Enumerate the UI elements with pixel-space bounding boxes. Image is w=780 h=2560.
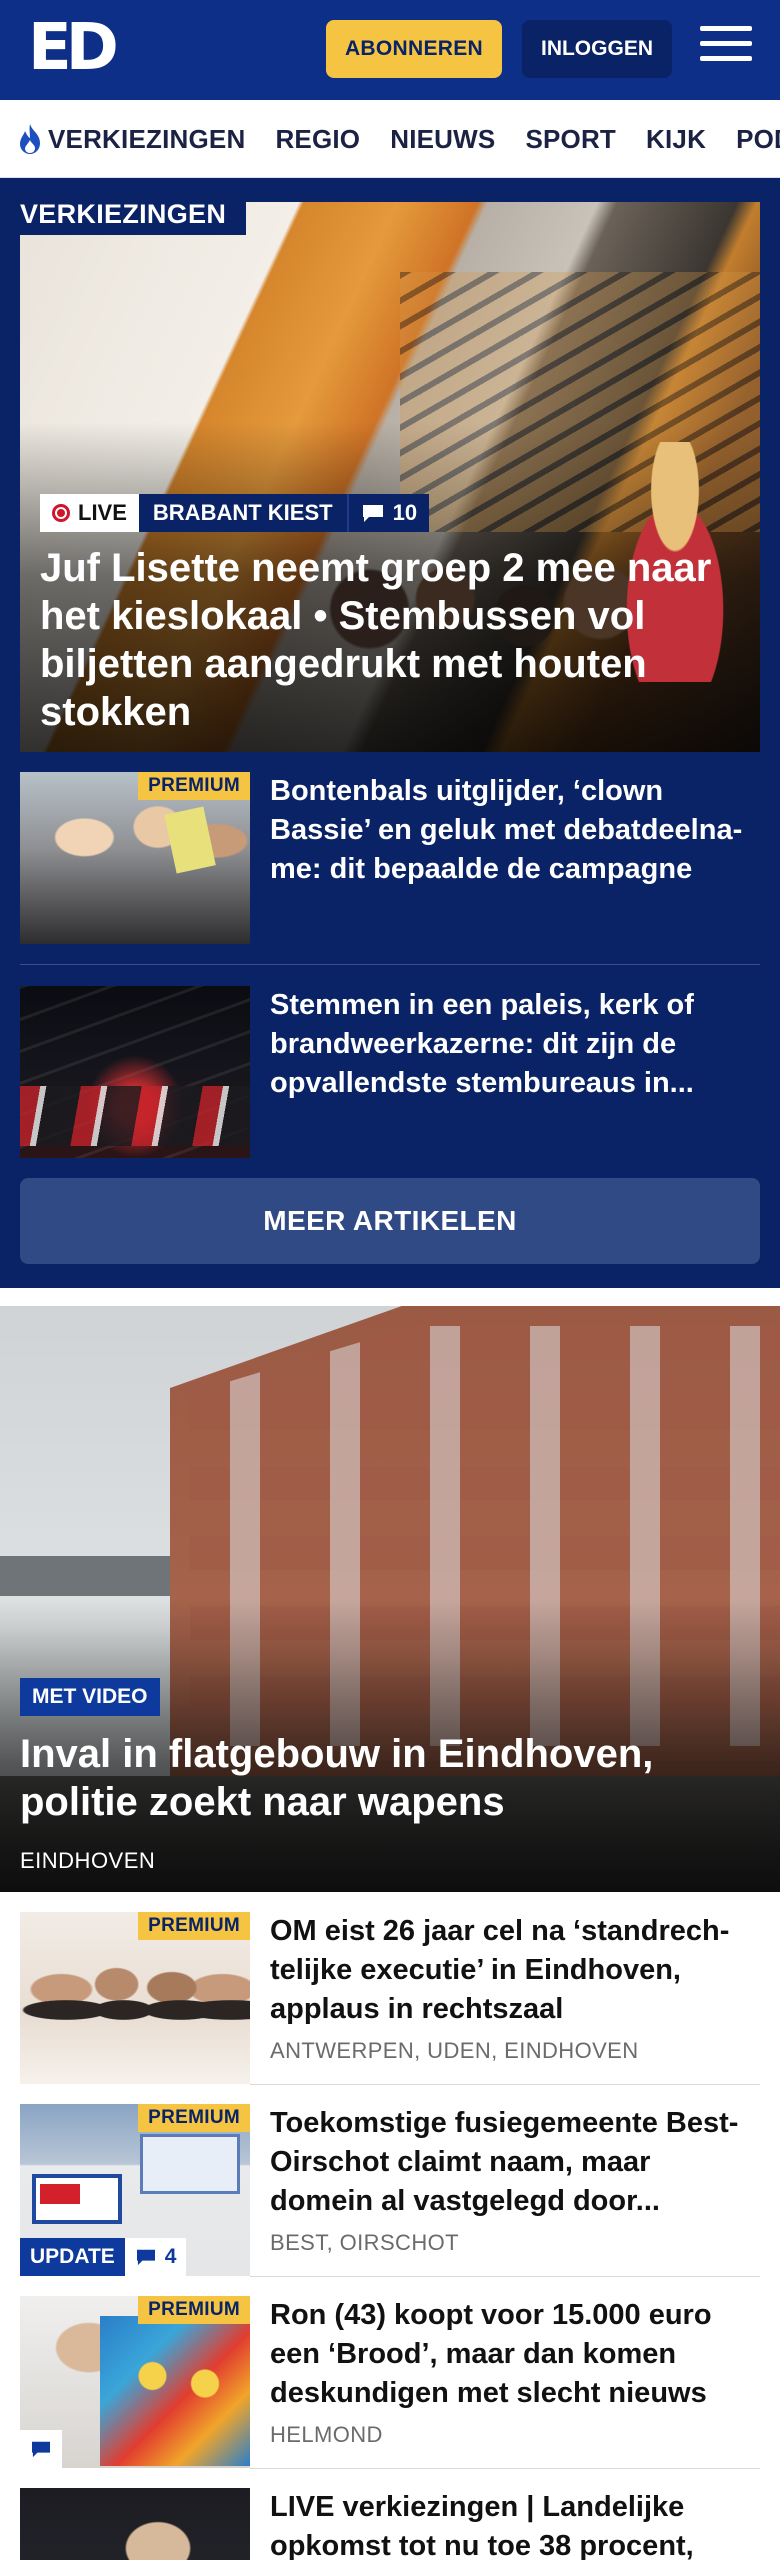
comments-badge[interactable] (20, 2430, 62, 2468)
top-header: ED ABONNEREN INLOGGEN (0, 0, 780, 100)
flame-icon (20, 124, 40, 154)
nav-item-kijk[interactable]: KIJK (646, 124, 706, 155)
hero-article[interactable]: LIVE BRABANT KIEST 10 Juf Lisette neemt … (20, 202, 760, 752)
story-title[interactable]: Ron (43) koopt voor 15.000 euro een ‘Bro… (270, 2296, 760, 2413)
topic-badge: BRABANT KIEST (138, 494, 347, 532)
lead-location: EINDHOVEN (20, 1848, 156, 1873)
video-tag: MET VIDEO (20, 1678, 160, 1716)
story-thumbnail: PREMIUM (20, 1912, 250, 2084)
lead-article[interactable]: MET VIDEO Inval in flatgebouw in Eindhov… (0, 1306, 780, 1892)
live-badge: LIVE (40, 494, 139, 532)
live-dot-icon (52, 504, 70, 522)
comments-badge[interactable]: 10 (346, 494, 430, 532)
premium-badge: PREMIUM (138, 2104, 250, 2132)
story-location: BEST, OIRSCHOT (270, 2230, 459, 2255)
story-thumbnail: PREMIUM (20, 2296, 250, 2468)
comment-icon (32, 2441, 50, 2458)
nav-label: VERKIEZINGEN (48, 123, 246, 154)
update-badge: UPDATE (20, 2238, 125, 2276)
nav-item-podcasts[interactable]: PODC (736, 124, 780, 155)
site-logo[interactable]: ED (28, 11, 119, 85)
divider (250, 2084, 760, 2085)
logo-text: ED (28, 11, 119, 85)
story-title[interactable]: Bontenbals uitglijder, ‘clown Bassie’ en… (270, 772, 760, 889)
comments-badge[interactable]: 4 (124, 2238, 187, 2276)
hero-badges: LIVE BRABANT KIEST 10 (40, 494, 430, 532)
divider (250, 2468, 760, 2469)
subscribe-button[interactable]: ABONNEREN (326, 20, 502, 78)
story-thumbnail: PREMIUM (20, 772, 250, 944)
premium-badge: PREMIUM (138, 2296, 250, 2324)
divider (20, 964, 760, 965)
nav-item-nieuws[interactable]: NIEUWS (390, 124, 495, 155)
comment-icon (136, 2249, 155, 2266)
hero-title[interactable]: Juf Lisette neemt groep 2 mee naar het k… (40, 544, 750, 736)
story-title[interactable]: LIVE verkiezingen | Landelijke opkomst t… (270, 2488, 760, 2560)
nav-item-sport[interactable]: SPORT (525, 124, 616, 155)
comment-count: 4 (164, 2245, 177, 2268)
hamburger-menu-icon[interactable] (700, 26, 752, 70)
story-thumbnail: PREMIUM UPDATE 4 (20, 2104, 250, 2276)
lead-title[interactable]: Inval in flatgebouw in Eindhoven, politi… (20, 1730, 760, 1826)
section-nav: VERKIEZINGEN REGIO NIEUWS SPORT KIJK POD… (0, 100, 780, 178)
list-item[interactable]: PREMIUM OM eist 26 jaar cel na ‘standrec… (20, 1912, 760, 2084)
comment-icon (362, 505, 383, 522)
story-location: ANTWERPEN, UDEN, EINDHOVEN (270, 2038, 639, 2063)
section-tag[interactable]: VERKIEZINGEN (0, 193, 247, 235)
nav-item-regio[interactable]: REGIO (275, 124, 360, 155)
more-articles-button[interactable]: MEER ARTIKELEN (20, 1178, 760, 1264)
story-location: HELMOND (270, 2422, 383, 2447)
story-title[interactable]: OM eist 26 jaar cel na ‘standrech­telijk… (270, 1912, 760, 2029)
story-title[interactable]: Stemmen in een paleis, kerk of brandweer… (270, 986, 760, 1103)
login-button[interactable]: INLOGGEN (522, 20, 672, 78)
list-item[interactable]: PREMIUM UPDATE 4 Toekomstige fusiegemeen… (20, 2104, 760, 2276)
premium-badge: PREMIUM (138, 772, 250, 800)
premium-badge: PREMIUM (138, 1912, 250, 1940)
nav-item-verkiezingen[interactable]: VERKIEZINGEN (16, 123, 245, 155)
live-label: LIVE (78, 500, 127, 525)
divider (250, 2276, 760, 2277)
list-item[interactable]: LIVE verkiezingen | Landelijke opkomst t… (20, 2488, 760, 2560)
story-item[interactable]: PREMIUM Bontenbals uitglijder, ‘clown Ba… (20, 772, 760, 944)
comment-count: 10 (392, 500, 418, 525)
story-thumbnail (20, 2488, 250, 2560)
story-thumbnail (20, 986, 250, 1158)
update-badges: UPDATE 4 (20, 2238, 187, 2276)
list-item[interactable]: PREMIUM Ron (43) koopt voor 15.000 euro … (20, 2296, 760, 2468)
election-section: VERKIEZINGEN LIVE BRABANT KIEST 10 Juf L… (0, 178, 780, 1288)
story-item[interactable]: Stemmen in een paleis, kerk of brandweer… (20, 986, 760, 1158)
story-title[interactable]: Toekomstige fusiegemeente Best-Oirschot … (270, 2104, 760, 2221)
